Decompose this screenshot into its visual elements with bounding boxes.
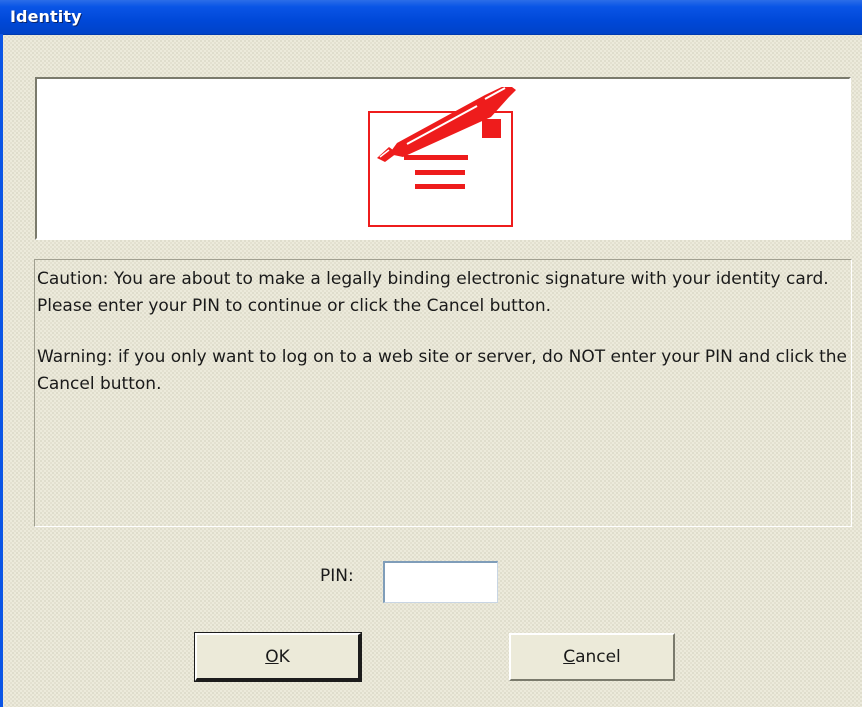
window-border [0, 34, 3, 707]
ok-button[interactable]: OK [194, 632, 362, 682]
caution-text: Caution: You are about to make a legally… [37, 269, 829, 289]
pin-input[interactable] [383, 561, 498, 603]
cancel-label: ancel [575, 647, 621, 667]
cancel-accelerator: C [563, 647, 576, 667]
signature-pen-icon [368, 87, 516, 227]
pin-label: PIN: [320, 566, 354, 586]
title-bar[interactable]: Identity [0, 0, 862, 35]
warning-text: Warning: if you only want to log on to a… [37, 347, 853, 394]
window-title: Identity [10, 7, 82, 26]
cancel-button[interactable]: Cancel [509, 633, 675, 681]
ok-accelerator: O [265, 646, 279, 667]
instruction-text: Please enter your PIN to continue or cli… [37, 296, 552, 316]
identity-dialog: Identity Caution: You are about to make … [0, 0, 862, 707]
signature-banner [35, 77, 851, 240]
caution-message: Caution: You are about to make a legally… [34, 259, 852, 527]
ok-label: K [278, 646, 290, 667]
